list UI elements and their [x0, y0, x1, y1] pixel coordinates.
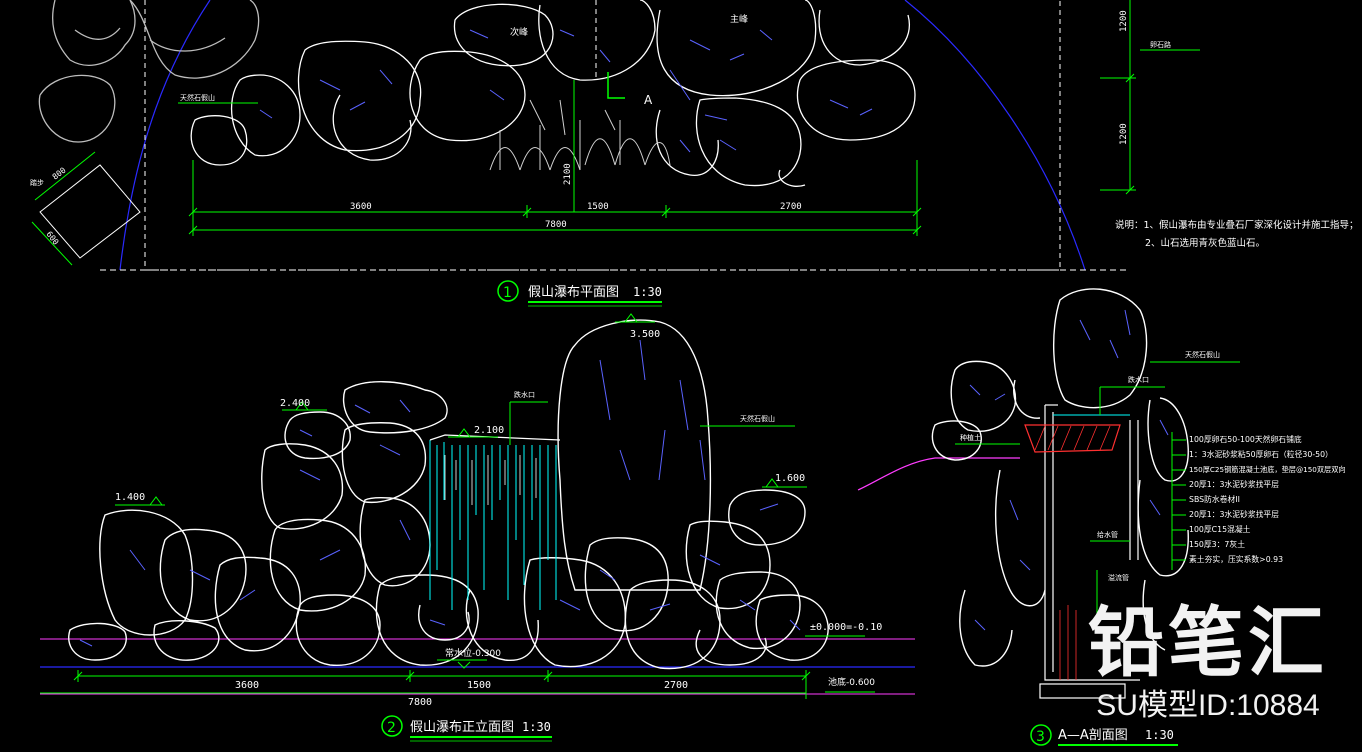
plan-dim-depth: 2100 [563, 163, 573, 185]
elevation-view: 3.500 2.400 2.100 1.400 1.600 ±0.000=-0.… [40, 313, 915, 742]
section-outlet-hatch-lines [1034, 425, 1111, 451]
section-layer-3: 20厚1：3水泥砂浆找平层 [1189, 479, 1279, 489]
section-layer-5: 20厚1：3水泥砂浆找平层 [1189, 509, 1279, 519]
section-outlet-hatch [1024, 424, 1121, 453]
plan-label-path: 卵石路 [1150, 40, 1171, 49]
plan-scale: 1:30 [633, 285, 662, 299]
plan-label-secondary-peak: 次峰 [510, 26, 528, 38]
elev-label-rock: 天然石假山 [740, 414, 775, 423]
plan-view: 次峰 主峰 天然石假山 卵石路 A 2100 3600 1500 2700 78… [30, 0, 1359, 307]
section-label-rock: 天然石假山 [1185, 350, 1220, 359]
section-view: 天然石假山 跌水口 种植土 给水管 溢流管 100厚卵石50-100天然卵石铺底… [857, 288, 1346, 746]
plan-note-1: 说明：1、假山瀑布由专业叠石厂家深化设计并施工指导； [1115, 219, 1359, 231]
section-title: A—A剖面图 [1058, 728, 1128, 743]
section-layer-1: 1：3水泥砂浆粘50厚卵石（粒径30-50） [1189, 449, 1333, 459]
section-wall-hatch [1059, 605, 1077, 680]
plan-section-letter: A [644, 93, 653, 107]
elevation-waterfall-mist [444, 455, 537, 505]
elev-level-left-mid: 2.400 [280, 398, 310, 409]
elev-dim-d3: 2700 [664, 680, 688, 691]
section-pool-structure [1039, 404, 1140, 699]
plan-rocks [190, 0, 916, 187]
plan-dim-step-w: 800 [51, 165, 68, 181]
plan-label-rock: 天然石假山 [180, 93, 215, 102]
elev-level-water: 常水位-0.300 [445, 647, 501, 659]
elev-dim-d1: 3600 [235, 680, 259, 691]
plan-dim-d3: 2700 [780, 202, 802, 212]
section-label-pipe: 给水管 [1097, 530, 1118, 539]
elev-dim-total: 7800 [408, 697, 432, 708]
plan-grey-rock-cluster [38, 0, 260, 143]
plan-label-steps: 踏步 [30, 178, 44, 187]
section-layer-ticks [1172, 439, 1186, 561]
plan-waterfall-curtain [489, 99, 671, 171]
plan-section-mark [607, 72, 625, 99]
section-label-drain: 溢流管 [1108, 573, 1129, 582]
elev-level-top: 3.500 [630, 329, 660, 340]
section-layer-8: 素土夯实，压实系数>0.93 [1189, 554, 1283, 564]
plan-title-number: 1 [503, 285, 512, 301]
elev-level-outlet: 2.100 [474, 425, 504, 436]
elev-title: 假山瀑布正立面图 [410, 720, 514, 735]
section-layer-4: SBS防水卷材II [1189, 494, 1240, 504]
plan-dim-d1: 3600 [350, 202, 372, 212]
plan-dim-total: 7800 [545, 220, 567, 230]
elev-label-outlet: 跌水口 [514, 390, 535, 399]
section-title-number: 3 [1036, 729, 1045, 745]
plan-dim-right-top: 1200 [1119, 10, 1129, 32]
elevation-waterfall [429, 440, 557, 610]
elevation-dim-lines [40, 670, 811, 699]
plan-rock-cracks [259, 29, 873, 153]
elevation-rock-cracks [79, 339, 801, 647]
plan-boundary-right [904, 0, 1086, 271]
section-rocks [931, 288, 1189, 667]
section-layer-6: 100厚C15混凝土 [1189, 524, 1251, 534]
plan-right-dim-lines [1100, 0, 1136, 195]
section-layer-0: 100厚卵石50-100天然卵石铺底 [1189, 434, 1302, 444]
elev-dim-d2: 1500 [467, 680, 491, 691]
elevation-level-markers [115, 313, 875, 693]
elev-level-ground: ±0.000=-0.10 [810, 622, 882, 633]
section-layer-2: 150厚C25钢筋混凝土池底，垫层@150双层双向 [1189, 465, 1346, 474]
plan-dim-right-bottom: 1200 [1119, 123, 1129, 145]
section-label-outlet: 跌水口 [1128, 375, 1149, 384]
plan-step-block [31, 151, 141, 266]
section-scale: 1:30 [1145, 728, 1174, 742]
plan-label-main-peak: 主峰 [730, 13, 748, 25]
elev-title-number: 2 [387, 720, 396, 736]
plan-title: 假山瀑布平面图 [528, 285, 619, 300]
plan-note-2: 2、山石选用青灰色蓝山石。 [1145, 237, 1265, 249]
section-slope [857, 457, 1020, 491]
elevation-rocks [68, 319, 829, 670]
plan-dim-d2: 1500 [587, 202, 609, 212]
section-label-soil: 种植土 [960, 433, 981, 442]
elev-level-bottom: 池底-0.600 [828, 676, 875, 688]
cad-drawing-canvas: 次峰 主峰 天然石假山 卵石路 A 2100 3600 1500 2700 78… [30, 0, 1359, 746]
elev-level-left: 1.400 [115, 492, 145, 503]
elev-level-right: 1.600 [775, 473, 805, 484]
section-layer-7: 150厚3：7灰土 [1189, 539, 1245, 549]
elev-scale: 1:30 [522, 720, 551, 734]
